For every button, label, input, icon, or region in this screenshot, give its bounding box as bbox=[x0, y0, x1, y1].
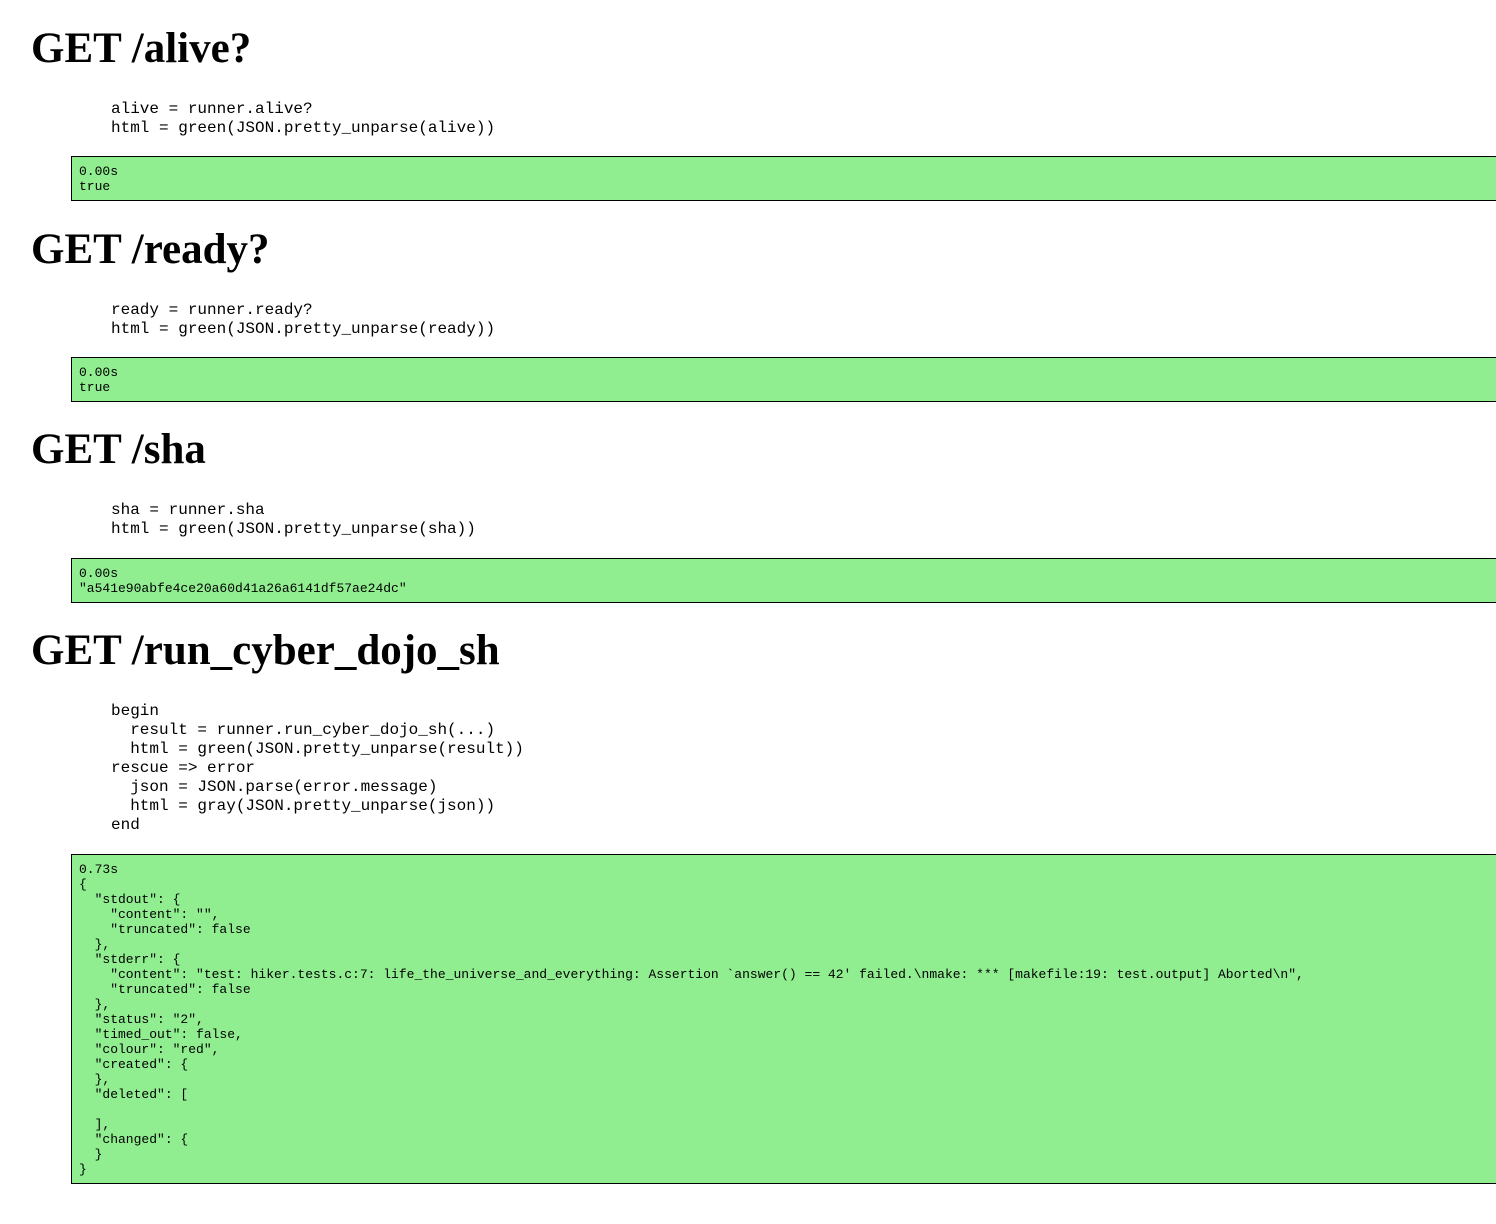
code-block-ready: ready = runner.ready? html = green(JSON.… bbox=[111, 301, 496, 338]
result-panel-ready: 0.00s true bbox=[71, 357, 1496, 402]
result-panel-sha: 0.00s "a541e90abfe4ce20a60d41a26a6141df5… bbox=[71, 558, 1496, 603]
page: GET /alive? alive = runner.alive? html =… bbox=[0, 0, 1496, 1224]
section-heading-sha: GET /sha bbox=[31, 426, 206, 473]
code-block-sha: sha = runner.sha html = green(JSON.prett… bbox=[111, 501, 476, 538]
result-body: true bbox=[79, 179, 111, 194]
result-panel-alive: 0.00s true bbox=[71, 156, 1496, 201]
result-body: true bbox=[79, 380, 111, 395]
code-block-alive: alive = runner.alive? html = green(JSON.… bbox=[111, 100, 496, 137]
result-timing: 0.73s bbox=[79, 862, 119, 877]
section-heading-alive: GET /alive? bbox=[31, 25, 252, 72]
result-body: "a541e90abfe4ce20a60d41a26a6141df57ae24d… bbox=[79, 581, 407, 596]
result-body: { "stdout": { "content": "", "truncated"… bbox=[79, 877, 1304, 1177]
result-timing: 0.00s bbox=[79, 164, 119, 179]
code-block-run-cyber-dojo-sh: begin result = runner.run_cyber_dojo_sh(… bbox=[111, 702, 524, 834]
section-heading-run-cyber-dojo-sh: GET /run_cyber_dojo_sh bbox=[31, 627, 500, 674]
result-timing: 0.00s bbox=[79, 566, 119, 581]
result-timing: 0.00s bbox=[79, 365, 119, 380]
section-heading-ready: GET /ready? bbox=[31, 226, 270, 273]
result-panel-run-cyber-dojo-sh: 0.73s { "stdout": { "content": "", "trun… bbox=[71, 854, 1496, 1184]
